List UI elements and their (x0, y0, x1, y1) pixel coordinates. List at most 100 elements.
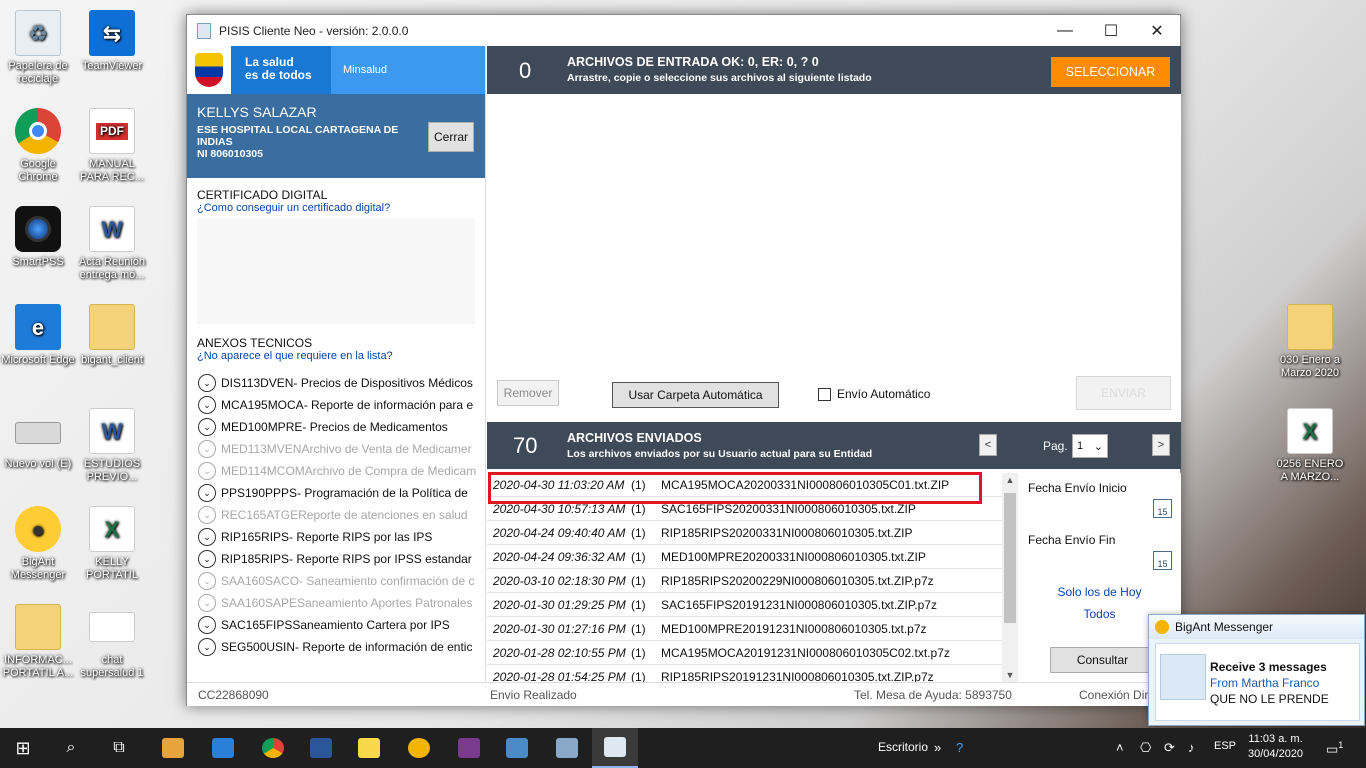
sent-file-row[interactable]: 2020-01-30 01:27:16 PM (1) MED100MPRE20191… (487, 617, 1002, 641)
anexo-item[interactable]: ⌄ DIS113DVEN - Precios de Dispositivos Mé… (187, 372, 486, 394)
anexo-item[interactable]: ⌄ REC165ATGE Reporte de atenciones en sal… (187, 504, 486, 526)
taskbar-sticky-notes[interactable] (346, 728, 392, 768)
solo-hoy-link[interactable]: Solo los de Hoy (1018, 585, 1181, 599)
desktop-icon-recycle-bin[interactable]: ♻ Papelera de reciclaje (0, 10, 76, 86)
taskbar-store[interactable] (150, 728, 196, 768)
seleccionar-button[interactable]: SELECCIONAR (1051, 57, 1170, 87)
sent-file-row[interactable]: 2020-03-10 02:18:30 PM (1) RIP185RIPS20200… (487, 569, 1002, 593)
desktop-icon-manual-pdf[interactable]: PDF MANUAL PARA REC... (74, 108, 150, 184)
desktop-icon-bigant-messenger[interactable]: ● BigAnt Messenger (0, 506, 76, 582)
network-icon[interactable]: ⎔ (1140, 740, 1151, 756)
notification-sender[interactable]: From Martha Franco (1210, 676, 1319, 690)
desktop-icon-0256-enero-marzo[interactable]: X 0256 ENERO A MARZO... (1272, 408, 1348, 484)
desktop-icon-estudios-previos[interactable]: W ESTUDIOS PREVIO... (74, 408, 150, 484)
maximize-button[interactable]: ☐ (1088, 15, 1134, 46)
anexo-item[interactable]: ⌄ RIP185RIPS - Reporte RIPS por IPSS esta… (187, 548, 486, 570)
anexo-item[interactable]: ⌄ SAC165FIPS Saneamiento Cartera por IPS (187, 614, 486, 636)
sent-file-row[interactable]: 2020-01-28 02:10:55 PM (1) MCA195MOCA20191… (487, 641, 1002, 665)
remover-button[interactable]: Remover (497, 380, 559, 406)
tray-overflow-icon[interactable]: ˄ (1116, 740, 1124, 755)
input-files-dropzone[interactable] (487, 94, 1181, 380)
language-indicator[interactable]: ESP (1214, 740, 1236, 752)
taskbar-network-app[interactable] (544, 728, 590, 768)
close-button[interactable]: ✕ (1134, 15, 1180, 46)
chevron-down-icon[interactable]: ⌄ (198, 594, 216, 612)
anexo-item[interactable]: ⌄ MCA195MOCA - Reporte de información par… (187, 394, 486, 416)
sent-files-scrollbar[interactable]: ▲ ▼ (1002, 473, 1018, 682)
prev-page-button[interactable]: < (979, 434, 997, 456)
chevron-down-icon[interactable]: ⌄ (198, 396, 216, 414)
desktop-icon-enero-marzo-2020[interactable]: 030 Enero a Marzo 2020 (1272, 304, 1348, 380)
chevron-up-icon[interactable]: » (934, 740, 941, 755)
scroll-up-icon[interactable]: ▲ (1002, 475, 1018, 485)
anexo-item[interactable]: ⌄ MED100MPRE - Precios de Medicamentos (187, 416, 486, 438)
calendar-icon[interactable]: 15 (1153, 551, 1172, 570)
taskbar-word[interactable] (298, 728, 344, 768)
chevron-down-icon[interactable]: ⌄ (198, 506, 216, 524)
sent-file-row[interactable]: 2020-01-28 01:54:25 PM (1) RIP185RIPS20191… (487, 665, 1002, 683)
chevron-down-icon[interactable]: ⌄ (198, 550, 216, 568)
certificado-help-link[interactable]: ¿Como conseguir un certificado digital? (187, 202, 485, 214)
start-button[interactable]: ⊞ (0, 728, 46, 768)
enviar-button[interactable]: ENVIAR (1076, 376, 1171, 410)
anexo-item[interactable]: ⌄ PPS190PPPS - Programación de la Polític… (187, 482, 486, 504)
taskbar-chrome[interactable] (250, 728, 296, 768)
minimize-button[interactable]: — (1042, 15, 1088, 46)
anexo-item[interactable]: ⌄ MED113MVEN Archivo de Venta de Medicame… (187, 438, 486, 460)
search-button[interactable]: ⌕ (48, 728, 94, 768)
envio-automatico-checkbox[interactable] (818, 387, 831, 401)
scroll-down-icon[interactable]: ▼ (1002, 670, 1018, 680)
anexo-item[interactable]: ⌄ SAA160SAPE Saneamiento Aportes Patronal… (187, 592, 486, 614)
next-page-button[interactable]: > (1152, 434, 1170, 456)
anexos-help-link[interactable]: ¿No aparece el que requiere en la lista? (187, 350, 485, 362)
desktop-icon-kelly-portatil[interactable]: X KELLY PORTATIL (74, 506, 150, 582)
cerrar-button[interactable]: Cerrar (428, 122, 474, 152)
certificado-area[interactable] (197, 218, 475, 324)
sent-file-row[interactable]: 2020-01-30 01:29:25 PM (1) SAC165FIPS20191… (487, 593, 1002, 617)
help-icon[interactable]: ? (956, 740, 963, 755)
envio-automatico-toggle[interactable]: Envío Automático (818, 387, 930, 401)
taskbar-bigant[interactable] (396, 728, 442, 768)
consultar-button[interactable]: Consultar (1050, 647, 1155, 673)
clock[interactable]: 11:03 a. m. 30/04/2020 (1248, 732, 1303, 762)
fecha-fin-field[interactable]: 15 (1028, 551, 1172, 571)
chevron-down-icon[interactable]: ⌄ (198, 528, 216, 546)
desktop-icon-informacion-portatil[interactable]: INFORMAC... PORTATIL A... (0, 604, 76, 680)
fecha-inicio-field[interactable]: 15 (1028, 499, 1172, 519)
sync-icon[interactable]: ⟳ (1164, 740, 1175, 756)
taskbar-mail[interactable] (200, 728, 246, 768)
usar-carpeta-automatica-button[interactable]: Usar Carpeta Automática (612, 382, 779, 408)
chevron-down-icon[interactable]: ⌄ (198, 616, 216, 634)
desktop-icon-acta-reunion[interactable]: W Acta Reunión entrega mó... (74, 206, 150, 282)
chevron-down-icon[interactable]: ⌄ (198, 418, 216, 436)
anexo-item[interactable]: ⌄ SAA160SACO - Saneamiento confirmación d… (187, 570, 486, 592)
desktop-icon-edge[interactable]: e Microsoft Edge (0, 304, 76, 367)
desktop-icon-smartpss[interactable]: SmartPSS (0, 206, 76, 269)
desktop-icon-bigant-client[interactable]: bigant_client (74, 304, 150, 367)
taskbar-escritorio[interactable]: Escritorio (878, 740, 928, 754)
desktop-icon-nuevo-vol[interactable]: Nuevo vol (E) (0, 408, 76, 471)
chevron-down-icon[interactable]: ⌄ (198, 638, 216, 656)
chevron-down-icon[interactable]: ⌄ (198, 374, 216, 392)
notification-body[interactable]: Receive 3 messages From Martha Franco QU… (1155, 643, 1360, 721)
anexo-item[interactable]: ⌄ SEG500USIN - Reporte de información de … (187, 636, 486, 658)
notification-center-icon[interactable]: ▭1 (1326, 740, 1343, 757)
chevron-down-icon[interactable]: ⌄ (198, 572, 216, 590)
anexo-item[interactable]: ⌄ RIP165RIPS - Reporte RIPS por las IPS (187, 526, 486, 548)
volume-icon[interactable]: ♪ (1188, 740, 1195, 755)
sent-file-row[interactable]: 2020-04-24 09:36:32 AM (1) MED100MPRE20200… (487, 545, 1002, 569)
task-view-button[interactable]: ⧉ (96, 728, 142, 768)
chevron-down-icon[interactable]: ⌄ (198, 440, 216, 458)
anexo-item[interactable]: ⌄ MED114MCOM Archivo de Compra de Medicam (187, 460, 486, 482)
scrollbar-thumb[interactable] (1004, 493, 1016, 623)
calendar-icon[interactable]: 15 (1153, 499, 1172, 518)
desktop-icon-chat-supersalud[interactable]: chat supersalud 1 (74, 604, 150, 680)
chevron-down-icon[interactable]: ⌄ (198, 484, 216, 502)
taskbar-snipping[interactable] (494, 728, 540, 768)
chevron-down-icon[interactable]: ⌄ (198, 462, 216, 480)
title-bar[interactable]: PISIS Cliente Neo - versión: 2.0.0.0 — ☐… (187, 15, 1180, 46)
bigant-notification[interactable]: BigAnt Messenger Receive 3 messages From… (1148, 614, 1365, 726)
sent-file-row[interactable]: 2020-04-24 09:40:40 AM (1) RIP185RIPS20200… (487, 521, 1002, 545)
page-select[interactable]: 1 ⌄ (1072, 434, 1108, 458)
desktop-icon-chrome[interactable]: Google Chrome (0, 108, 76, 184)
